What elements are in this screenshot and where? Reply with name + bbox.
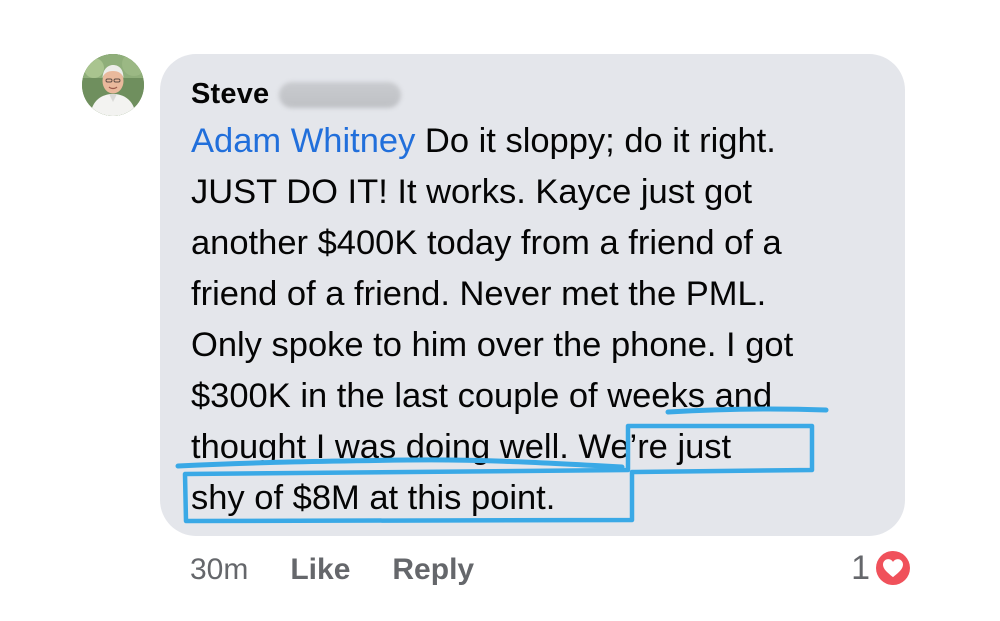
comment-line-3: another $400K today from a friend of a	[191, 224, 782, 262]
comment-line-2: JUST DO IT! It works. Kayce just got	[191, 173, 753, 211]
heart-icon	[874, 549, 912, 587]
comment-line-8: shy of $8M at this point.	[191, 479, 556, 517]
comment-line-1: Adam Whitney Do it sloppy; do it right.	[191, 116, 891, 167]
reply-button[interactable]: Reply	[392, 553, 474, 587]
reaction-count: 1	[851, 548, 870, 587]
comment-line-6: $300K in the last couple of weeks and	[191, 377, 773, 415]
comment-line-7: thought I was doing well. We’re just	[191, 428, 732, 466]
avatar[interactable]	[82, 54, 144, 116]
comment-line-1-text: Do it sloppy; do it right.	[415, 122, 776, 160]
comment-body: Adam Whitney Do it sloppy; do it right. …	[191, 116, 891, 524]
comment-author-name[interactable]: Steve	[191, 78, 269, 111]
mention-link[interactable]: Adam Whitney	[191, 122, 415, 160]
reaction-summary[interactable]: 1	[851, 548, 912, 588]
redacted-surname	[279, 82, 402, 108]
comment-stage: Steve Adam Whitney Do it sloppy; do it r…	[0, 0, 1000, 621]
comment-timestamp[interactable]: 30m	[190, 553, 248, 587]
like-button[interactable]: Like	[290, 553, 350, 587]
comment-footer: 30m Like Reply	[190, 550, 516, 590]
comment-line-4: friend of a friend. Never met the PML.	[191, 275, 767, 313]
comment-author-row: Steve	[191, 74, 402, 114]
comment-line-5: Only spoke to him over the phone. I got	[191, 326, 794, 364]
avatar-photo	[82, 54, 144, 116]
